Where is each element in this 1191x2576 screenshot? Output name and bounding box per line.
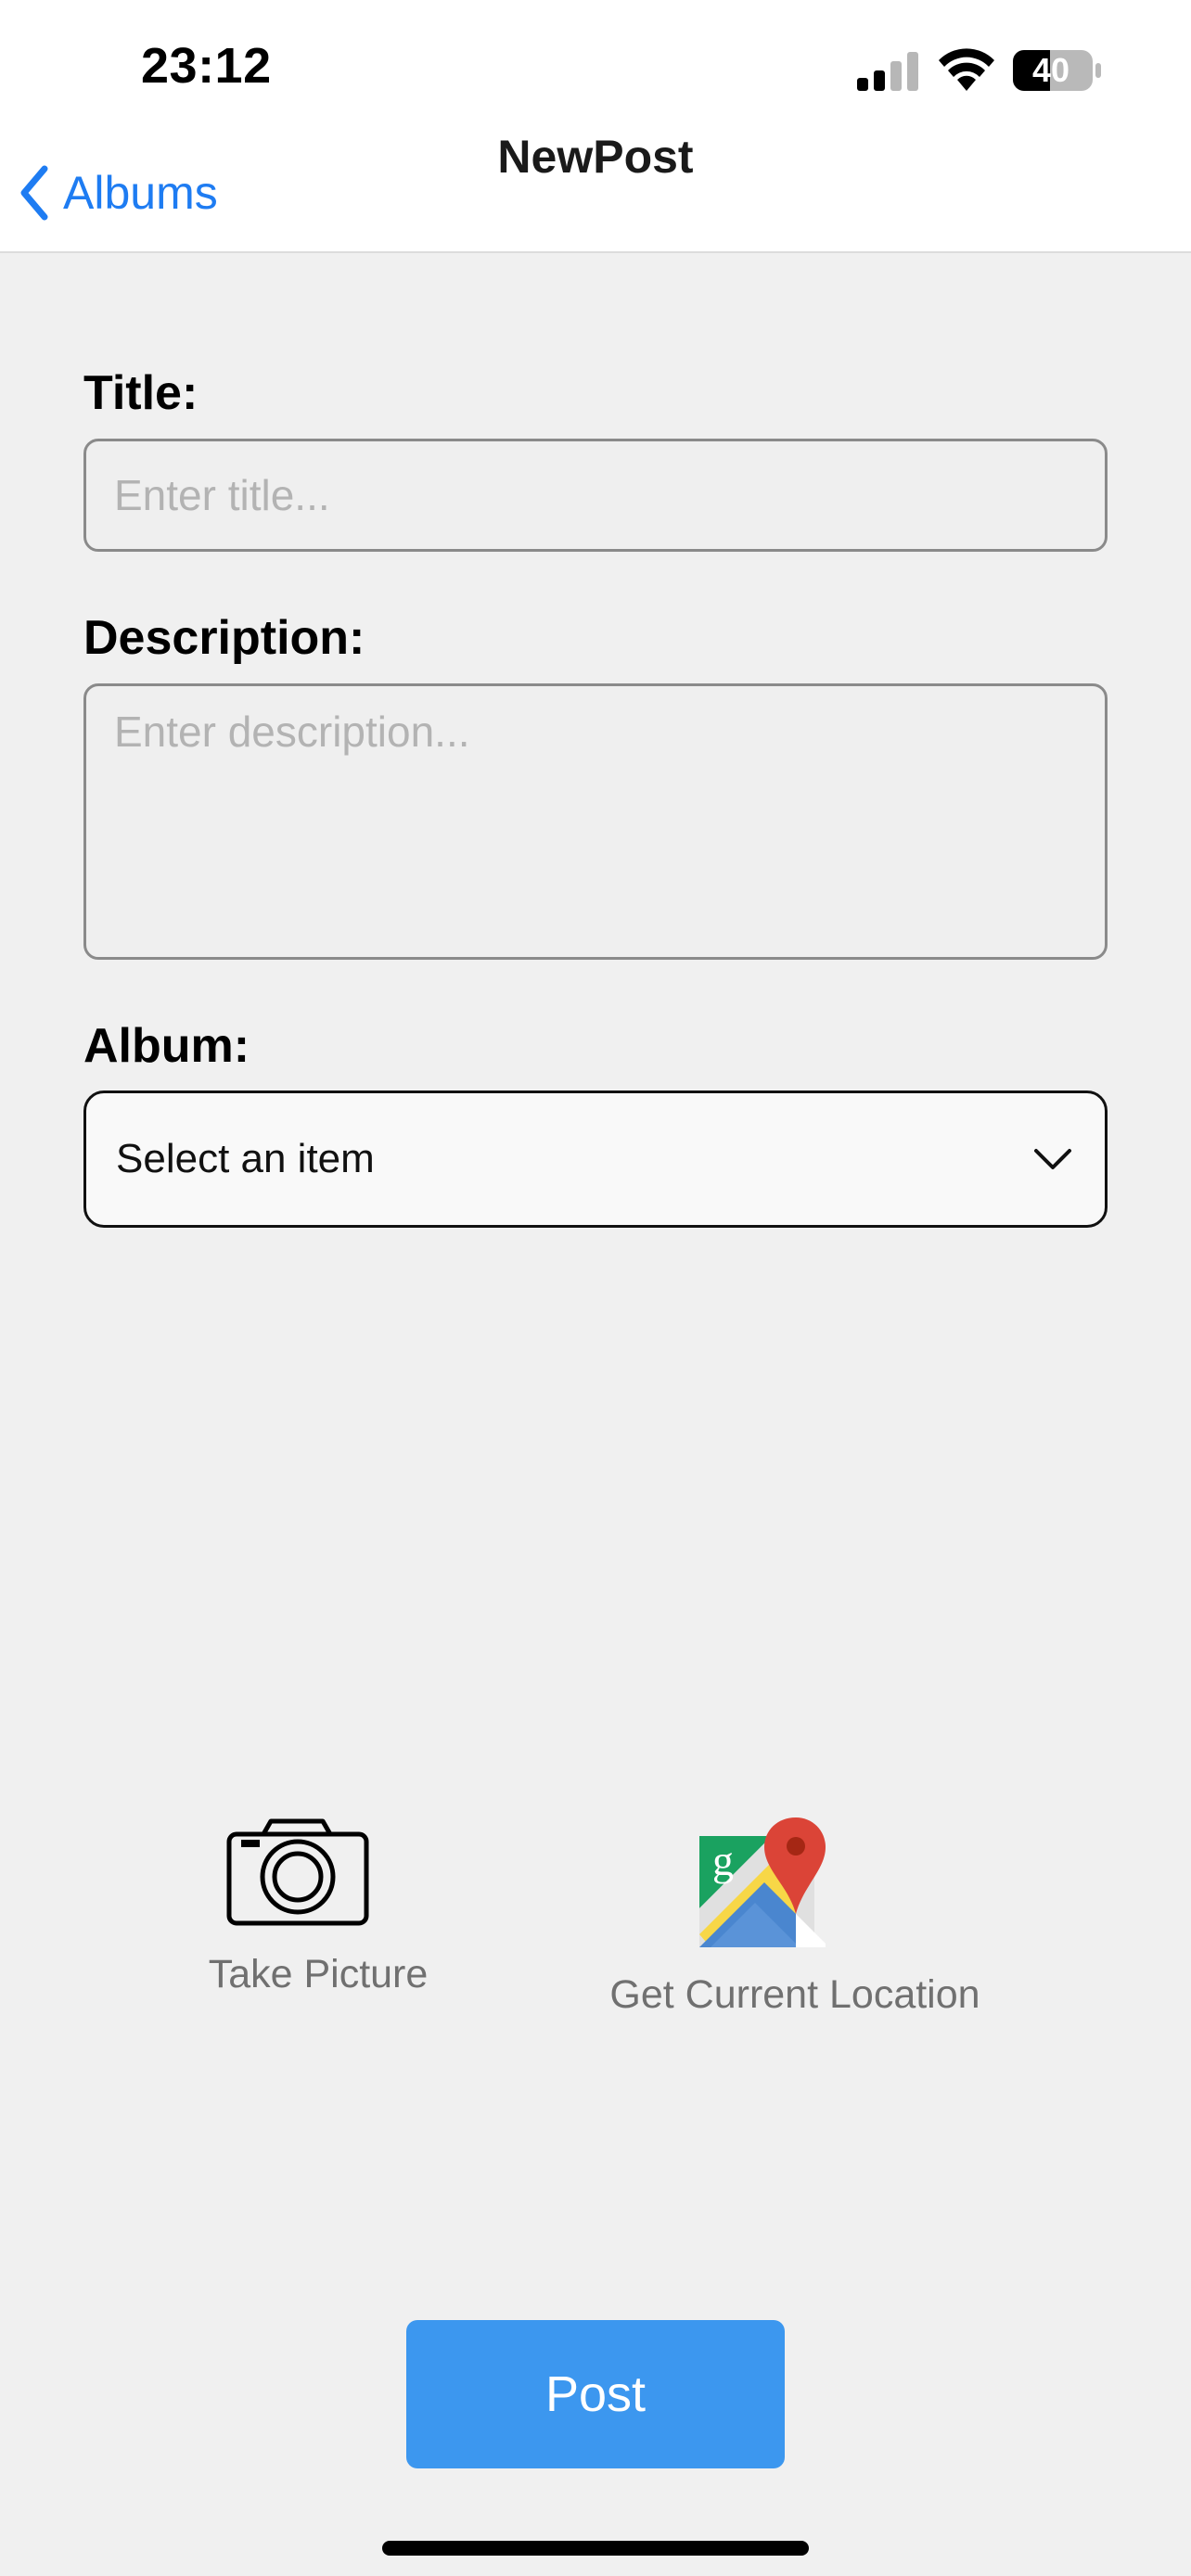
album-label: Album: (83, 1019, 250, 1073)
status-icons: 40 (853, 46, 1113, 95)
camera-icon (226, 1818, 369, 1926)
description-label: Description: (83, 611, 365, 665)
page-title: NewPost (497, 131, 694, 183)
navigation-bar: 23:12 40 Albums NewPost (0, 0, 1191, 253)
svg-text:g: g (712, 1837, 734, 1884)
post-button[interactable]: Post (406, 2320, 785, 2468)
battery-icon: 40 (1013, 50, 1102, 91)
battery-level: 40 (1031, 51, 1070, 89)
get-location-button[interactable]: g Get Current Location (594, 1817, 996, 2018)
chevron-down-icon (1034, 1149, 1071, 1169)
take-picture-label: Take Picture (208, 1952, 429, 1996)
signal-icon (857, 52, 918, 91)
title-input[interactable] (83, 439, 1108, 552)
status-time: 23:12 (141, 38, 272, 94)
album-select[interactable]: Select an item (83, 1090, 1108, 1228)
get-location-label: Get Current Location (609, 1972, 980, 2017)
take-picture-button[interactable]: Take Picture (186, 1817, 451, 1997)
title-label: Title: (83, 366, 198, 420)
google-maps-icon: g (699, 1817, 826, 1947)
wifi-icon (939, 48, 994, 91)
home-indicator (382, 2541, 809, 2556)
description-input[interactable] (83, 683, 1108, 960)
album-select-value: Select an item (116, 1136, 375, 1181)
